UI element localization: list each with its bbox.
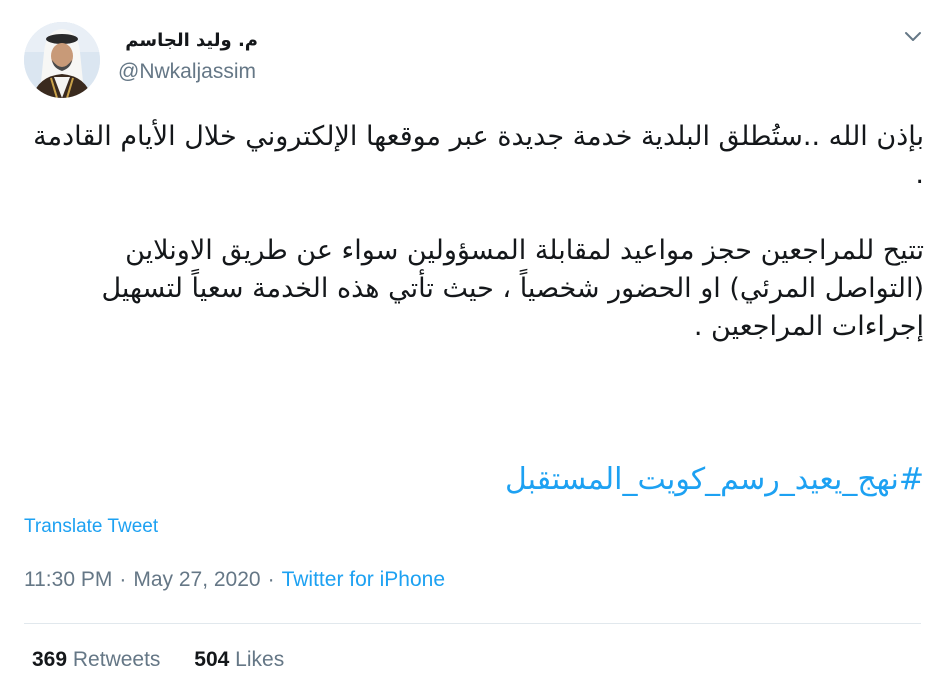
tweet-paragraph: تتيح للمراجعين حجز مواعيد لمقابلة المسؤو…	[101, 235, 924, 342]
tweet-date[interactable]: May 27, 2020	[133, 568, 260, 591]
likes-count: 504	[194, 648, 230, 671]
avatar-portrait	[24, 22, 100, 98]
hashtag-link[interactable]: #نهج_يعيد_رسم_كويت_المستقبل	[24, 460, 924, 500]
divider	[24, 623, 921, 624]
tweet-source-link[interactable]: Twitter for iPhone	[282, 568, 445, 591]
author-handle[interactable]: @Nwkaljassim	[118, 60, 256, 84]
tweet-paragraph: بإذن الله ..ستُطلق البلدية خدمة جديدة عب…	[33, 121, 924, 190]
chevron-down-icon[interactable]	[900, 26, 926, 48]
retweets-label: Retweets	[72, 648, 161, 671]
translate-tweet-link[interactable]: Translate Tweet	[24, 516, 158, 538]
tweet-text: بإذن الله ..ستُطلق البلدية خدمة جديدة عب…	[24, 118, 924, 346]
tweet-card: م. وليد الجاسم @Nwkaljassim بإذن الله ..…	[0, 0, 945, 688]
tweet-time[interactable]: 11:30 PM	[24, 568, 112, 591]
retweets-count: 369	[32, 648, 68, 671]
avatar[interactable]	[24, 22, 100, 98]
author-display-name[interactable]: م. وليد الجاسم	[112, 30, 258, 51]
retweets-stat[interactable]: 369 Retweets	[32, 648, 160, 672]
meta-separator: ·	[119, 568, 127, 591]
tweet-stats: 369 Retweets 504 Likes	[32, 648, 284, 672]
meta-separator: ·	[267, 568, 275, 591]
likes-stat[interactable]: 504 Likes	[194, 648, 284, 672]
tweet-meta: 11:30 PM · May 27, 2020 · Twitter for iPhone	[24, 568, 445, 592]
likes-label: Likes	[235, 648, 285, 671]
